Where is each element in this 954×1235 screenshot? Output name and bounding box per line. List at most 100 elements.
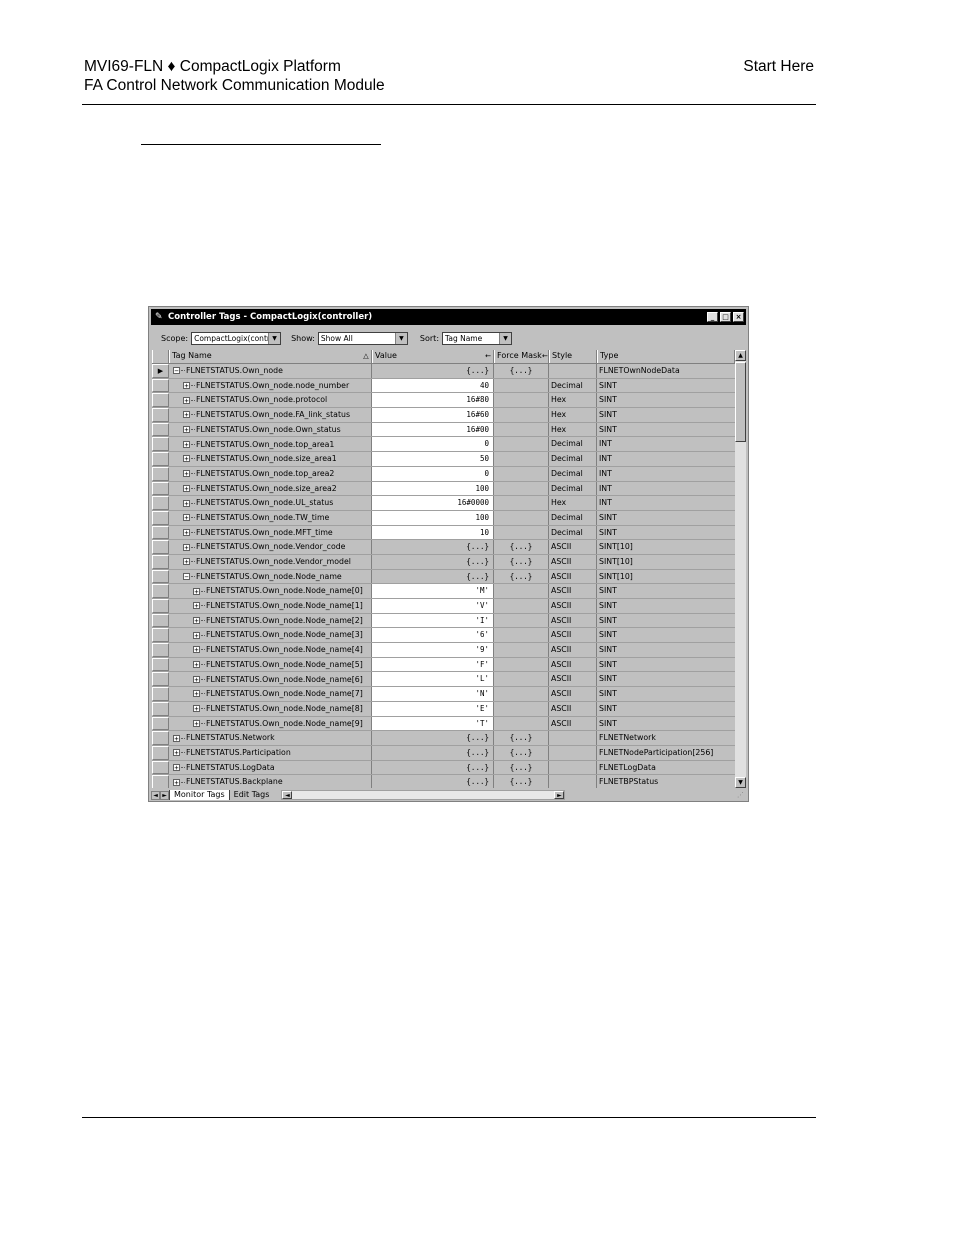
tag-name-cell[interactable]: + FLNETSTATUS.Own_node.Own_status <box>169 422 372 437</box>
expand-icon[interactable]: + <box>193 719 200 727</box>
minimize-button[interactable]: _ <box>707 312 718 322</box>
tag-name-cell[interactable]: + FLNETSTATUS.Own_node.Node_name[8] <box>169 701 372 716</box>
value-cell[interactable]: 40 <box>372 378 494 393</box>
collapse-icon[interactable]: − <box>183 572 190 580</box>
row-selector[interactable] <box>152 481 169 496</box>
expand-icon[interactable]: + <box>193 675 200 683</box>
row-selector[interactable]: ▶ <box>152 364 169 378</box>
tag-name-cell[interactable]: + FLNETSTATUS.Own_node.node_number <box>169 378 372 393</box>
tag-name-cell[interactable]: − FLNETSTATUS.Own_node <box>169 364 372 378</box>
value-cell[interactable]: 16#80 <box>372 393 494 408</box>
table-row[interactable]: ▶ − FLNETSTATUS.Own_node {...} {...} FLNETOwn… <box>152 364 735 379</box>
row-selector[interactable] <box>152 422 169 437</box>
tag-name-cell[interactable]: + FLNETSTATUS.Own_node.Vendor_model <box>169 554 372 569</box>
force-mask-cell[interactable]: {...} <box>494 554 549 569</box>
style-cell[interactable] <box>549 364 597 378</box>
expand-icon[interactable]: + <box>183 499 190 507</box>
tag-name-cell[interactable]: + FLNETSTATUS.Own_node.protocol <box>169 393 372 408</box>
header-type[interactable]: Type <box>597 350 735 363</box>
table-row[interactable]: + FLNETSTATUS.Own_node.Node_name[7] 'N' ASC… <box>152 687 735 702</box>
chevron-down-icon[interactable]: ▼ <box>268 332 281 344</box>
value-cell[interactable]: {...} <box>372 554 494 569</box>
expand-icon[interactable]: + <box>183 440 190 448</box>
tag-name-cell[interactable]: − FLNETSTATUS.Own_node.Node_name <box>169 569 372 584</box>
table-row[interactable]: + FLNETSTATUS.Own_node.Node_name[4] '9' ASC… <box>152 643 735 658</box>
tag-name-cell[interactable]: + FLNETSTATUS.Own_node.Node_name[5] <box>169 657 372 672</box>
style-cell[interactable]: ASCII <box>549 554 597 569</box>
tag-name-cell[interactable]: + FLNETSTATUS.Backplane <box>169 775 372 788</box>
tag-name-cell[interactable]: + FLNETSTATUS.Participation <box>169 745 372 760</box>
row-selector[interactable] <box>152 628 169 643</box>
row-selector[interactable] <box>152 408 169 422</box>
value-cell[interactable]: {...} <box>372 760 494 775</box>
row-selector[interactable] <box>152 540 169 554</box>
table-row[interactable]: + FLNETSTATUS.Participation {...} {...} FLNE… <box>152 745 735 761</box>
style-cell[interactable]: Hex <box>549 496 597 510</box>
scroll-left-button[interactable]: ◄ <box>282 791 293 799</box>
row-selector[interactable] <box>152 584 169 598</box>
expand-icon[interactable]: + <box>193 587 200 595</box>
table-row[interactable]: + FLNETSTATUS.Own_node.MFT_time 10 Decimal S… <box>152 525 735 541</box>
force-mask-cell[interactable] <box>494 584 549 598</box>
style-cell[interactable]: Decimal <box>549 510 597 525</box>
force-mask-cell[interactable]: {...} <box>494 775 549 788</box>
style-cell[interactable]: ASCII <box>549 540 597 554</box>
tag-name-cell[interactable]: + FLNETSTATUS.Own_node.Vendor_code <box>169 540 372 554</box>
row-selector[interactable] <box>152 657 169 672</box>
row-selector[interactable] <box>152 466 169 481</box>
expand-icon[interactable]: + <box>183 484 190 492</box>
force-mask-cell[interactable]: {...} <box>494 731 549 745</box>
table-row[interactable]: + FLNETSTATUS.Own_node.Node_name[6] 'L' ASC… <box>152 672 735 688</box>
value-cell[interactable]: 'F' <box>372 657 494 672</box>
row-selector[interactable] <box>152 613 169 628</box>
table-row[interactable]: + FLNETSTATUS.Own_node.protocol 16#80 Hex SI… <box>152 393 735 409</box>
table-row[interactable]: + FLNETSTATUS.Own_node.node_number 40 Decim… <box>152 378 735 394</box>
expand-icon[interactable]: + <box>183 396 190 404</box>
style-cell[interactable]: Decimal <box>549 437 597 452</box>
tag-name-cell[interactable]: + FLNETSTATUS.Own_node.top_area2 <box>169 466 372 481</box>
table-row[interactable]: + FLNETSTATUS.Own_node.top_area2 0 Decimal I… <box>152 466 735 482</box>
header-selector[interactable] <box>152 350 169 363</box>
tag-name-cell[interactable]: + FLNETSTATUS.Own_node.Node_name[1] <box>169 599 372 613</box>
force-mask-cell[interactable] <box>494 496 549 510</box>
table-row[interactable]: + FLNETSTATUS.Own_node.Vendor_model {...}{… <box>152 554 735 570</box>
value-cell[interactable]: 'N' <box>372 687 494 701</box>
style-cell[interactable]: ASCII <box>549 599 597 613</box>
collapse-icon[interactable]: − <box>173 367 180 375</box>
header-value[interactable]: Value ← <box>372 350 494 363</box>
value-cell[interactable]: {...} <box>372 731 494 745</box>
style-cell[interactable]: Decimal <box>549 378 597 393</box>
force-mask-cell[interactable] <box>494 525 549 540</box>
force-mask-cell[interactable] <box>494 378 549 393</box>
value-cell[interactable]: 100 <box>372 481 494 496</box>
value-cell[interactable]: {...} <box>372 569 494 584</box>
expand-icon[interactable]: + <box>193 646 200 654</box>
value-cell[interactable]: {...} <box>372 745 494 760</box>
tab-nav-right-button[interactable]: ► <box>160 790 169 800</box>
row-selector[interactable] <box>152 569 169 584</box>
force-mask-cell[interactable] <box>494 393 549 408</box>
vertical-scrollbar[interactable]: ▲ ▼ <box>735 350 746 788</box>
table-row[interactable]: + FLNETSTATUS.Network {...} {...} FLNETNetwo… <box>152 731 735 746</box>
value-cell[interactable]: 'M' <box>372 584 494 598</box>
value-cell[interactable]: {...} <box>372 775 494 788</box>
expand-icon[interactable]: + <box>193 617 200 625</box>
style-cell[interactable] <box>549 731 597 745</box>
force-mask-cell[interactable] <box>494 437 549 452</box>
force-mask-cell[interactable] <box>494 408 549 422</box>
tag-name-cell[interactable]: + FLNETSTATUS.Own_node.UL_status <box>169 496 372 510</box>
expand-icon[interactable]: + <box>193 631 200 639</box>
style-cell[interactable]: Hex <box>549 408 597 422</box>
style-cell[interactable]: Decimal <box>549 481 597 496</box>
value-cell[interactable]: 16#00 <box>372 422 494 437</box>
force-mask-cell[interactable] <box>494 466 549 481</box>
expand-icon[interactable]: + <box>193 705 200 713</box>
value-cell[interactable]: 0 <box>372 466 494 481</box>
table-row[interactable]: + FLNETSTATUS.Own_node.Own_status 16#00 Hex… <box>152 422 735 438</box>
tag-name-cell[interactable]: + FLNETSTATUS.Own_node.size_area1 <box>169 452 372 466</box>
style-cell[interactable]: ASCII <box>549 672 597 687</box>
row-selector[interactable] <box>152 672 169 687</box>
maximize-button[interactable]: □ <box>720 312 731 322</box>
header-style[interactable]: Style <box>549 350 597 363</box>
tag-name-cell[interactable]: + FLNETSTATUS.Own_node.TW_time <box>169 510 372 525</box>
